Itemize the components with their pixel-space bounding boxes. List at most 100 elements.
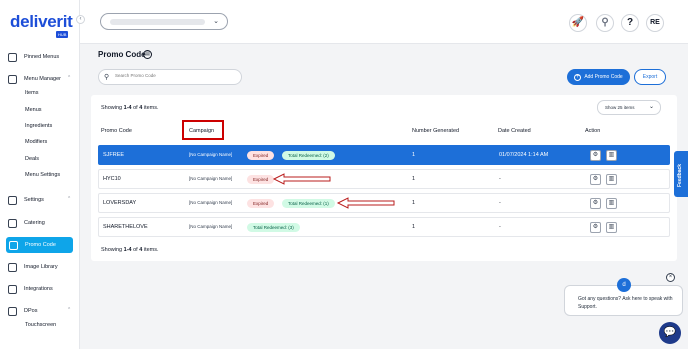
image-icon xyxy=(8,262,17,272)
pagination-summary-bottom: Showing 1-4 of 4 items. xyxy=(101,247,159,253)
app-logo[interactable]: deliverit xyxy=(10,12,73,32)
expired-badge: Expired xyxy=(247,199,275,208)
campaign-cell: [No Campaign Name] xyxy=(189,200,233,205)
date-created-cell: - xyxy=(499,200,501,206)
chevron-up-icon[interactable]: ⌃ xyxy=(67,307,71,313)
sidebar-item-label: Pinned Menus xyxy=(24,54,60,60)
feedback-label: Feedback xyxy=(677,163,683,187)
sidebar-item-promo-code[interactable]: Promo Code xyxy=(6,237,73,253)
campaign-cell: [No Campaign Name] xyxy=(189,176,233,181)
sidebar-item-label: Image Library xyxy=(24,264,58,270)
expired-badge: Expired xyxy=(247,151,275,160)
close-icon[interactable]: × xyxy=(666,273,675,282)
column-header-action: Action xyxy=(585,128,601,134)
page-size-select[interactable]: Show 25 items ⌄ xyxy=(597,100,661,115)
date-created-cell: - xyxy=(499,176,501,182)
table-row[interactable]: SHARETHELOVE [No Campaign Name] Total Re… xyxy=(98,217,670,237)
sidebar-subitem-deals[interactable]: Deals xyxy=(25,156,39,162)
settings-icon xyxy=(8,195,17,205)
sidebar-subitem-modifiers[interactable]: Modifiers xyxy=(25,139,47,145)
pagination-summary-top: Showing 1-4 of 4 items. xyxy=(101,105,159,111)
chevron-down-icon: ⌄ xyxy=(213,18,219,25)
sidebar-item-menu-manager[interactable]: Menu Manager xyxy=(8,72,61,86)
app-logo-sub: HUB xyxy=(56,31,69,38)
plus-icon: + xyxy=(574,73,582,81)
column-header-number-generated[interactable]: Number Generated xyxy=(412,128,459,134)
number-generated-cell: 1 xyxy=(412,176,416,182)
settings-icon[interactable]: ⚙ xyxy=(590,174,601,185)
expired-badge: Expired xyxy=(247,175,275,184)
sidebar-item-label: Integrations xyxy=(24,286,53,292)
add-promo-code-label: Add Promo Code xyxy=(584,74,623,80)
page-size-value: Show 25 items xyxy=(605,105,635,110)
redeemed-badge: Total Redeemed: (1) xyxy=(282,199,335,208)
promo-icon xyxy=(9,240,18,250)
campaign-cell: [No Campaign Name] xyxy=(189,224,233,229)
book-icon[interactable]: ▤ xyxy=(143,50,152,59)
pin-icon xyxy=(8,52,17,62)
campaign-cell: [No Campaign Name] xyxy=(189,152,233,157)
settings-icon[interactable]: ⚙ xyxy=(590,198,601,209)
chevron-down-icon: ⌄ xyxy=(648,104,654,110)
collapse-sidebar-button[interactable]: ‹ xyxy=(76,15,85,24)
annotation-arrow xyxy=(336,197,395,209)
column-header-promo-code[interactable]: Promo Code xyxy=(101,128,132,134)
sidebar-item-integrations[interactable]: Integrations xyxy=(8,282,53,296)
support-avatar-icon: d xyxy=(617,278,631,292)
sidebar-subitem-menus[interactable]: Menus xyxy=(25,107,42,113)
sidebar-item-label: DPos xyxy=(24,308,38,314)
integrations-icon xyxy=(8,284,17,294)
sidebar-item-label: Settings xyxy=(24,197,44,203)
number-generated-cell: 1 xyxy=(412,152,416,158)
user-avatar[interactable]: RE xyxy=(646,14,664,32)
rocket-icon[interactable]: 🚀 xyxy=(569,14,587,32)
location-value-blurred xyxy=(110,19,205,25)
promo-code-cell: HYC10 xyxy=(103,176,121,182)
promo-code-cell: SHARETHELOVE xyxy=(103,224,148,230)
settings-icon[interactable]: ⚙ xyxy=(590,150,601,161)
date-created-cell: 01/07/2024 1:14 AM xyxy=(499,152,549,158)
export-button[interactable]: Export xyxy=(634,69,666,85)
sidebar-subitem-touchscreen[interactable]: Touchscreen xyxy=(25,322,56,328)
sidebar-item-catering[interactable]: Catering xyxy=(8,216,45,230)
add-promo-code-button[interactable]: + Add Promo Code xyxy=(567,69,630,85)
campaign-highlight-annotation xyxy=(182,120,224,140)
chevron-up-icon[interactable]: ⌃ xyxy=(67,75,71,81)
sidebar-item-pinned-menus[interactable]: Pinned Menus xyxy=(8,50,59,64)
location-select[interactable]: ⌄ xyxy=(100,13,228,30)
sidebar-subitem-items[interactable]: Items xyxy=(25,90,38,96)
column-header-date-created[interactable]: Date Created xyxy=(498,128,531,134)
table-row[interactable]: HYC10 [No Campaign Name] Expired 1 - ⚙ ▥ xyxy=(98,169,670,189)
sidebar-subitem-menu-settings[interactable]: Menu Settings xyxy=(25,172,60,178)
trash-icon[interactable]: ▥ xyxy=(606,174,617,185)
settings-icon[interactable]: ⚙ xyxy=(590,222,601,233)
sidebar: deliverit HUB Pinned Menus Menu Manager … xyxy=(0,0,80,349)
promo-code-cell: LOVERSDAY xyxy=(103,200,137,206)
trash-icon[interactable]: ▥ xyxy=(606,150,617,161)
sidebar-item-label: Menu Manager xyxy=(24,76,61,82)
sidebar-subitem-ingredients[interactable]: Ingredients xyxy=(25,123,52,129)
trash-icon[interactable]: ▥ xyxy=(606,222,617,233)
sidebar-item-label: Catering xyxy=(24,220,45,226)
redeemed-badge: Total Redeemed: (3) xyxy=(247,223,300,232)
trash-icon[interactable]: ▥ xyxy=(606,198,617,209)
search-box[interactable]: ⚲ xyxy=(98,69,242,85)
menu-icon xyxy=(8,74,17,84)
search-input[interactable] xyxy=(115,73,235,78)
sidebar-item-label: Promo Code xyxy=(25,242,56,248)
redeemed-badge: Total Redeemed: (2) xyxy=(282,151,335,160)
theme-icon[interactable]: ⚲ xyxy=(596,14,614,32)
top-bar: ⌄ 🚀 ⚲ ? RE xyxy=(80,0,688,44)
help-icon[interactable]: ? xyxy=(621,14,639,32)
sidebar-item-dpos[interactable]: DPos xyxy=(8,304,37,318)
date-created-cell: - xyxy=(499,224,501,230)
catering-icon xyxy=(8,218,17,228)
page-title: Promo Code xyxy=(98,50,146,59)
sidebar-item-image-library[interactable]: Image Library xyxy=(8,260,58,274)
chevron-down-icon[interactable]: ⌃ xyxy=(67,196,71,202)
promo-code-cell: SJFREE xyxy=(103,152,125,158)
sidebar-item-settings[interactable]: Settings xyxy=(8,193,44,207)
table-row[interactable]: SJFREE [No Campaign Name] Expired Total … xyxy=(98,145,670,165)
feedback-tab[interactable]: Feedback xyxy=(674,151,688,197)
chat-launcher-icon[interactable]: 💬 xyxy=(659,322,681,344)
